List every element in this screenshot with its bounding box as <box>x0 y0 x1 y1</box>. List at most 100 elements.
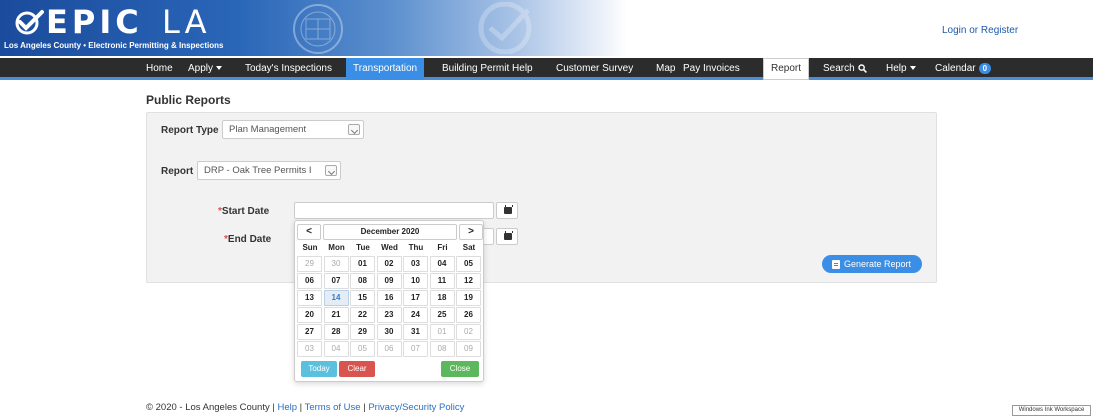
generate-report-button[interactable]: Generate Report <box>822 255 922 273</box>
nav-building-permit-help[interactable]: Building Permit Help <box>436 58 539 80</box>
nav-calendar-label: Calendar <box>935 63 976 74</box>
end-date-calendar-button[interactable] <box>496 228 518 245</box>
day-cell[interactable]: 07 <box>323 273 349 289</box>
day-cell[interactable]: 06 <box>297 273 322 289</box>
nav-report[interactable]: Report <box>763 58 810 80</box>
nav-pay-invoices-label: Pay Invoices <box>683 63 740 74</box>
nav-home[interactable]: Home <box>140 58 179 80</box>
day-cell[interactable]: 26 <box>456 307 481 323</box>
copyright-text: © 2020 - Los Angeles County | <box>146 402 278 413</box>
day-cell[interactable]: 08 <box>350 273 375 289</box>
report-select[interactable]: DRP - Oak Tree Permits I <box>197 161 341 180</box>
footer-terms-link[interactable]: Terms of Use <box>305 402 361 413</box>
day-cell[interactable]: 20 <box>297 307 322 323</box>
day-cell[interactable]: 03 <box>403 256 428 272</box>
day-cell[interactable]: 08 <box>429 341 455 357</box>
day-cell-today[interactable]: 14 <box>323 290 349 306</box>
day-cell[interactable]: 12 <box>456 273 481 289</box>
day-cell[interactable]: 07 <box>403 341 428 357</box>
caret-down-icon <box>909 66 916 71</box>
day-cell[interactable]: 22 <box>350 307 375 323</box>
windows-ink-workspace-button[interactable]: Windows Ink Workspace <box>1012 405 1091 416</box>
day-cell[interactable]: 09 <box>376 273 402 289</box>
nav-transportation[interactable]: Transportation <box>346 58 425 80</box>
logo-la-text: LA <box>162 3 211 41</box>
day-cell[interactable]: 02 <box>376 256 402 272</box>
day-cell[interactable]: 24 <box>403 307 428 323</box>
page-footer: © 2020 - Los Angeles County | Help | Ter… <box>146 402 464 413</box>
day-cell[interactable]: 19 <box>456 290 481 306</box>
caret-down-icon <box>216 66 223 71</box>
weekday-label: Wed <box>381 243 398 252</box>
report-type-label: Report Type <box>161 125 219 136</box>
day-cell[interactable]: 30 <box>376 324 402 340</box>
day-cell[interactable]: 25 <box>429 307 455 323</box>
start-date-label-text: Start Date <box>221 206 270 217</box>
day-cell[interactable]: 03 <box>297 341 322 357</box>
chevron-down-icon <box>348 124 360 135</box>
nav-apply-label: Apply <box>188 63 214 74</box>
day-cell[interactable]: 09 <box>456 341 481 357</box>
main-navbar: Home Apply Today's Inspections Transport… <box>0 58 1093 80</box>
day-cell[interactable]: 04 <box>323 341 349 357</box>
day-cell[interactable]: 18 <box>429 290 455 306</box>
day-cell[interactable]: 01 <box>350 256 375 272</box>
nav-todays-inspections-label: Today's Inspections <box>245 63 332 74</box>
today-button[interactable]: Today <box>301 361 337 377</box>
close-button[interactable]: Close <box>441 361 479 377</box>
report-type-select[interactable]: Plan Management <box>222 120 364 139</box>
calendar-icon <box>504 205 513 214</box>
end-date-label: *End Date <box>224 234 271 245</box>
datepicker-month-title[interactable]: December 2020 <box>323 224 457 240</box>
day-cell[interactable]: 21 <box>323 307 349 323</box>
day-cell[interactable]: 30 <box>323 256 349 272</box>
day-cell[interactable]: 06 <box>376 341 402 357</box>
day-cell[interactable]: 23 <box>376 307 402 323</box>
weekday-label: Mon <box>328 243 345 252</box>
nav-map-label: Map <box>656 63 676 74</box>
footer-privacy-link[interactable]: Privacy/Security Policy <box>368 402 464 413</box>
nav-transportation-label: Transportation <box>353 63 418 74</box>
nav-calendar[interactable]: Calendar 0 <box>929 58 997 80</box>
weekday-label: Tue <box>356 243 370 252</box>
nav-todays-inspections[interactable]: Today's Inspections <box>239 58 338 80</box>
day-cell[interactable]: 13 <box>297 290 322 306</box>
day-cell[interactable]: 05 <box>456 256 481 272</box>
prev-month-button[interactable]: < <box>297 224 321 240</box>
day-cell[interactable]: 29 <box>297 256 322 272</box>
day-cell[interactable]: 01 <box>429 324 455 340</box>
next-month-button[interactable]: > <box>459 224 483 240</box>
day-cell[interactable]: 02 <box>456 324 481 340</box>
nav-report-label: Report <box>771 63 802 74</box>
report-label: Report <box>161 166 194 177</box>
login-register-link[interactable]: Login or Register <box>942 25 1018 36</box>
footer-help-link[interactable]: Help <box>277 402 297 413</box>
day-cell[interactable]: 04 <box>429 256 455 272</box>
nav-building-permit-help-label: Building Permit Help <box>442 63 533 74</box>
chevron-down-icon <box>325 165 337 176</box>
weekday-label: Fri <box>437 243 448 252</box>
report-value: DRP - Oak Tree Permits I <box>204 165 312 176</box>
day-cell[interactable]: 10 <box>403 273 428 289</box>
clear-button[interactable]: Clear <box>339 361 375 377</box>
nav-apply[interactable]: Apply <box>182 58 228 80</box>
day-cell[interactable]: 16 <box>376 290 402 306</box>
start-date-input[interactable] <box>294 202 494 219</box>
nav-customer-survey[interactable]: Customer Survey <box>550 58 639 80</box>
start-date-calendar-button[interactable] <box>496 202 518 219</box>
day-cell[interactable]: 15 <box>350 290 375 306</box>
nav-search-label: Search <box>823 63 855 74</box>
day-cell[interactable]: 27 <box>297 324 322 340</box>
nav-search[interactable]: Search <box>817 58 873 80</box>
day-cell[interactable]: 05 <box>350 341 375 357</box>
day-cell[interactable]: 31 <box>403 324 428 340</box>
day-cell[interactable]: 28 <box>323 324 349 340</box>
nav-help[interactable]: Help <box>880 58 922 80</box>
day-cell[interactable]: 11 <box>429 273 455 289</box>
logo-subtitle: Los Angeles County • Electronic Permitti… <box>4 41 224 50</box>
day-cell[interactable]: 29 <box>350 324 375 340</box>
nav-pay-invoices[interactable]: Pay Invoices <box>677 58 746 80</box>
today-button-label: Today <box>308 364 330 373</box>
day-cell[interactable]: 17 <box>403 290 428 306</box>
report-type-value: Plan Management <box>229 124 307 135</box>
